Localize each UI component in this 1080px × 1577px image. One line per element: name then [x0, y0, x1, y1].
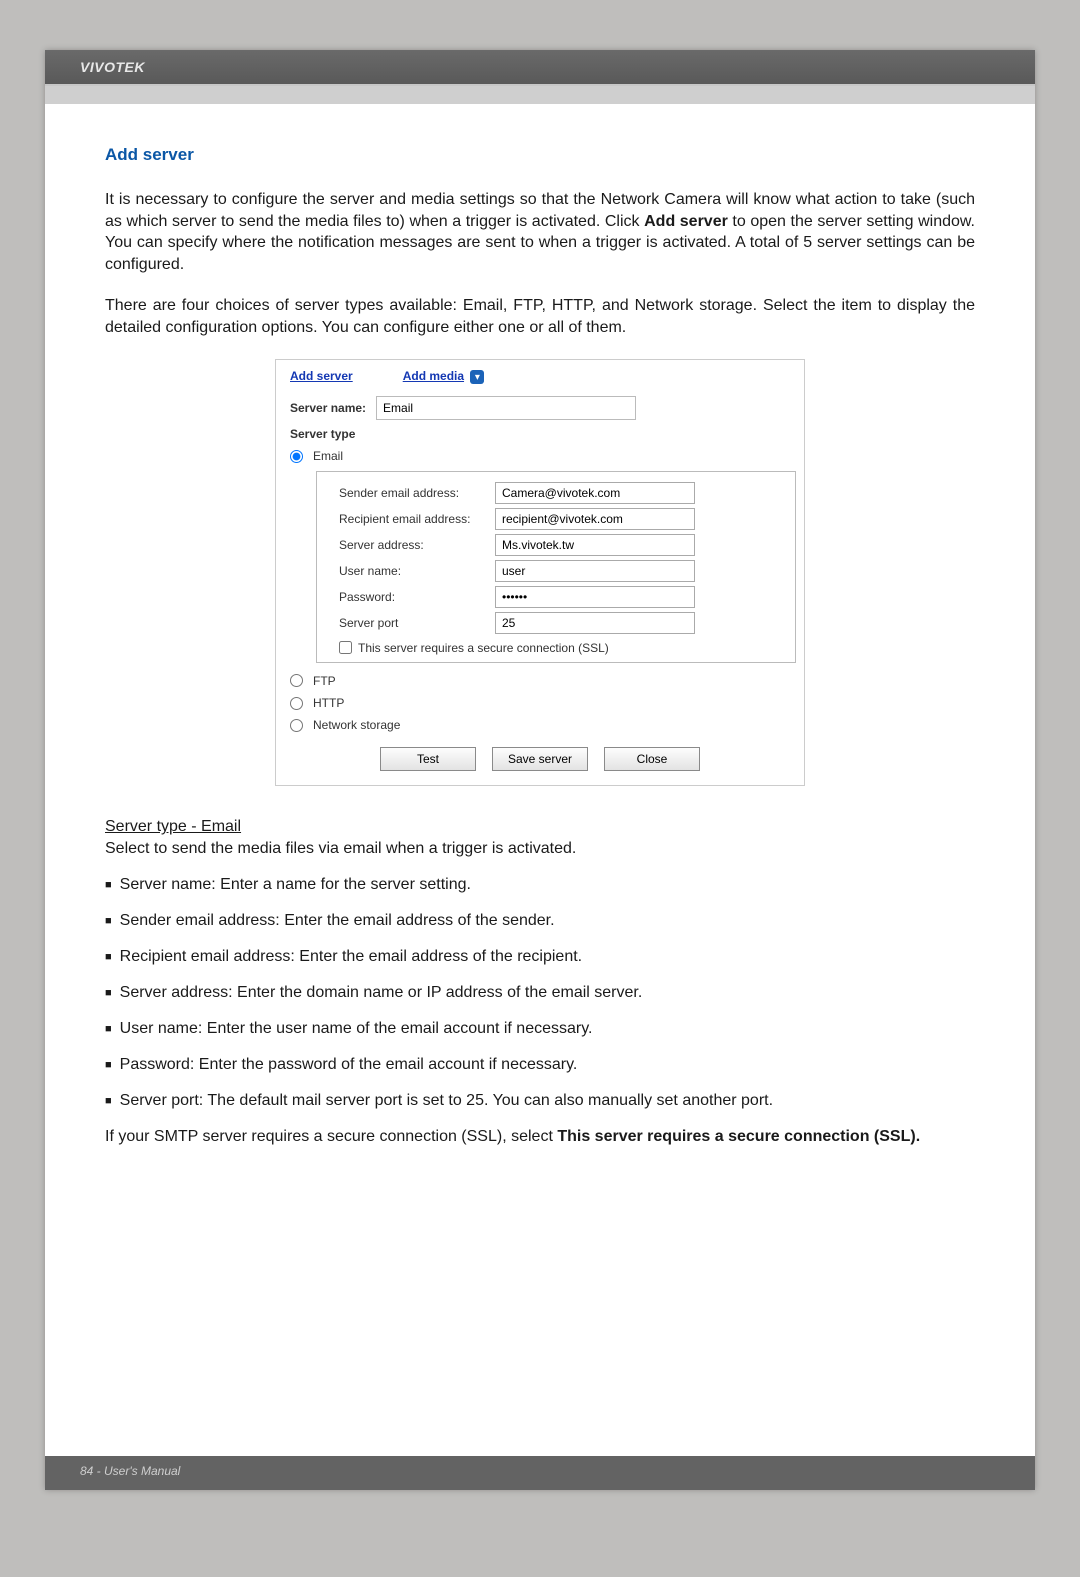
close-button[interactable]: Close	[604, 747, 700, 771]
ssl-paragraph-a: If your SMTP server requires a secure co…	[105, 1128, 557, 1145]
sender-input[interactable]	[495, 482, 695, 504]
password-input[interactable]	[495, 586, 695, 608]
bullet-6: Password: Enter the password of the emai…	[120, 1054, 578, 1076]
bullet-icon: ■	[105, 1054, 112, 1076]
header-divider	[45, 86, 1035, 104]
radio-network-storage-label: Network storage	[313, 717, 400, 733]
bullet-1: Server name: Enter a name for the server…	[120, 874, 471, 896]
radio-ftp-label: FTP	[313, 673, 336, 689]
subsection-heading-text: Server type - Email	[105, 818, 241, 835]
subsection-heading: Server type - Email	[105, 816, 975, 838]
bullet-icon: ■	[105, 946, 112, 968]
server-address-input[interactable]	[495, 534, 695, 556]
password-label: Password:	[325, 589, 495, 605]
server-address-label: Server address:	[325, 537, 495, 553]
radio-http-label: HTTP	[313, 695, 344, 711]
brand-bar: VIVOTEK	[45, 50, 1035, 86]
port-input[interactable]	[495, 612, 695, 634]
bullet-3: Recipient email address: Enter the email…	[120, 946, 582, 968]
port-label: Server port	[325, 615, 495, 631]
ssl-label: This server requires a secure connection…	[358, 640, 609, 656]
intro-bold: Add server	[644, 213, 728, 230]
link-add-media[interactable]: Add media	[403, 369, 464, 383]
username-label: User name:	[325, 563, 495, 579]
ssl-paragraph: If your SMTP server requires a secure co…	[105, 1126, 975, 1148]
radio-http[interactable]	[290, 697, 303, 710]
bullet-icon: ■	[105, 874, 112, 896]
radio-network-storage[interactable]	[290, 719, 303, 732]
bullet-icon: ■	[105, 1018, 112, 1040]
bullet-icon: ■	[105, 1090, 112, 1112]
bullet-5: User name: Enter the user name of the em…	[120, 1018, 593, 1040]
radio-ftp[interactable]	[290, 674, 303, 687]
test-button[interactable]: Test	[380, 747, 476, 771]
bullet-7: Server port: The default mail server por…	[120, 1090, 773, 1112]
page-footer: 84 - User's Manual	[80, 1464, 1000, 1478]
radio-email-label: Email	[313, 448, 343, 464]
brand-name: VIVOTEK	[80, 59, 145, 75]
server-type-label: Server type	[290, 426, 355, 442]
save-server-button[interactable]: Save server	[492, 747, 588, 771]
bullet-4: Server address: Enter the domain name or…	[120, 982, 643, 1004]
link-add-server[interactable]: Add server	[290, 368, 353, 384]
intro-paragraph-1: It is necessary to configure the server …	[105, 189, 975, 275]
bullet-icon: ■	[105, 982, 112, 1004]
bullet-icon: ■	[105, 910, 112, 932]
settings-screenshot: Add server Add media ▾ Server name: Serv…	[275, 359, 805, 787]
ssl-paragraph-bold: This server requires a secure connection…	[557, 1128, 920, 1145]
bullet-2: Sender email address: Enter the email ad…	[120, 910, 555, 932]
section-heading: Add server	[105, 144, 975, 167]
recipient-label: Recipient email address:	[325, 511, 495, 527]
chevron-down-icon: ▾	[470, 370, 484, 384]
server-name-input[interactable]	[376, 396, 636, 420]
username-input[interactable]	[495, 560, 695, 582]
recipient-input[interactable]	[495, 508, 695, 530]
radio-email[interactable]	[290, 450, 303, 463]
email-fields-group: Sender email address: Recipient email ad…	[316, 471, 796, 663]
ssl-checkbox[interactable]	[339, 641, 352, 654]
sender-label: Sender email address:	[325, 485, 495, 501]
server-name-label: Server name:	[290, 400, 366, 416]
subsection-sub: Select to send the media files via email…	[105, 838, 975, 860]
bullets-list: ■ Server name: Enter a name for the serve…	[105, 874, 975, 1112]
link-add-media-wrap[interactable]: Add media ▾	[403, 368, 485, 385]
intro-paragraph-2: There are four choices of server types a…	[105, 295, 975, 338]
